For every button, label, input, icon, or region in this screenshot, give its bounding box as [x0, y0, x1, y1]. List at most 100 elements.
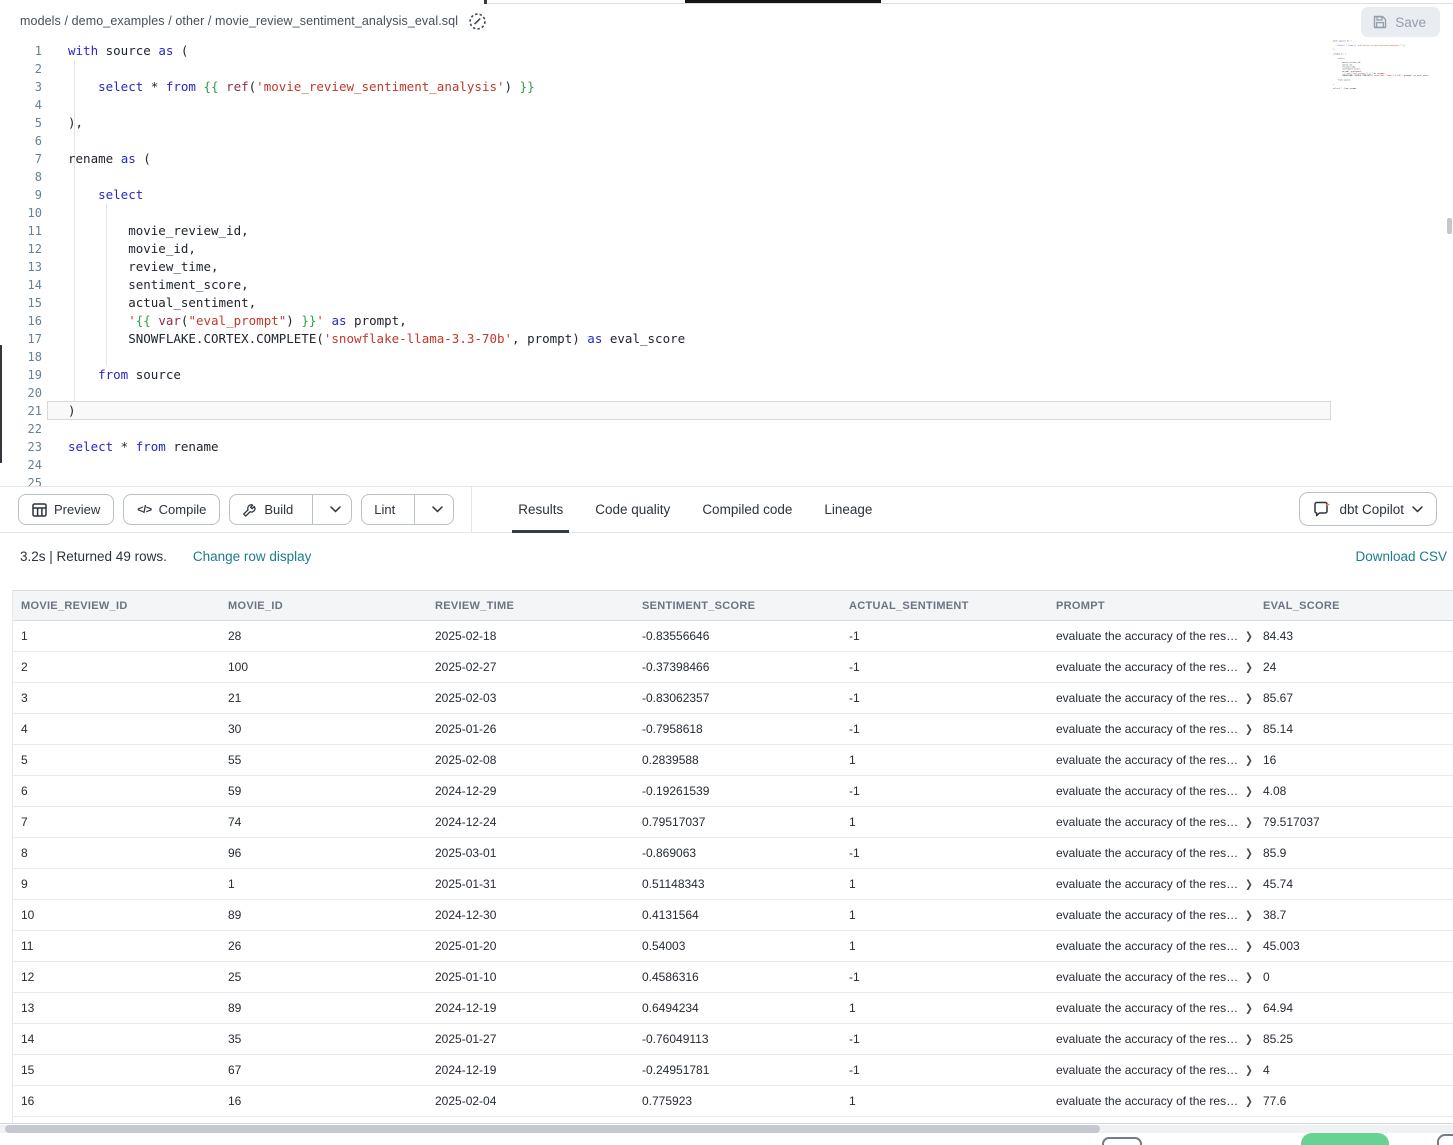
horizontal-scrollbar[interactable]	[0, 1125, 1453, 1133]
code-line[interactable]: with source as (	[68, 42, 1453, 60]
expand-prompt-button[interactable]: ❯	[1245, 692, 1253, 705]
code-line[interactable]	[68, 96, 1453, 114]
column-header-review_time[interactable]: REVIEW_TIME	[427, 591, 634, 621]
code-token: as	[331, 313, 346, 328]
download-csv-link[interactable]: Download CSV	[1355, 549, 1447, 564]
code-line[interactable]: select * from {{ ref('movie_review_senti…	[68, 78, 1453, 96]
code-line[interactable]	[68, 420, 1453, 438]
expand-prompt-button[interactable]: ❯	[1245, 630, 1253, 643]
code-line[interactable]: SNOWFLAKE.CORTEX.COMPLETE('snowflake-lla…	[68, 330, 1453, 348]
code-line[interactable]	[1333, 92, 1445, 94]
horizontal-scrollbar-thumb[interactable]	[5, 1125, 1100, 1133]
change-row-display-link[interactable]: Change row display	[193, 549, 312, 564]
table-cell: 84.43	[1255, 621, 1453, 652]
table-cell: 1	[841, 931, 1048, 962]
expand-prompt-button[interactable]: ❯	[1245, 1002, 1253, 1015]
tab-results[interactable]: Results	[502, 486, 579, 533]
code-line[interactable]: rename as (	[68, 150, 1453, 168]
code-token: 'snowflake-llama-3.3-70b'	[324, 331, 512, 346]
line-number: 15	[0, 294, 42, 312]
build-options-button[interactable]	[320, 495, 351, 524]
code-line[interactable]	[68, 474, 1453, 486]
expand-prompt-button[interactable]: ❯	[1245, 940, 1253, 953]
table-row: 16162025-02-040.7759231evaluate the accu…	[13, 1086, 1453, 1117]
code-line[interactable]	[68, 60, 1453, 78]
code-line[interactable]: actual_sentiment,	[68, 294, 1453, 312]
code-line[interactable]	[68, 204, 1453, 222]
code-line[interactable]: )	[68, 402, 1453, 420]
table-cell: 7	[13, 807, 220, 838]
column-header-movie_review_id[interactable]: MOVIE_REVIEW_ID	[13, 591, 220, 621]
expand-prompt-button[interactable]: ❯	[1245, 816, 1253, 829]
dbt-copilot-button[interactable]: dbt Copilot	[1299, 492, 1437, 526]
expand-prompt-button[interactable]: ❯	[1245, 661, 1253, 674]
expand-prompt-button[interactable]: ❯	[1245, 1033, 1253, 1046]
code-line[interactable]: movie_review_id,	[68, 222, 1453, 240]
tab-lineage[interactable]: Lineage	[808, 486, 888, 533]
preview-button[interactable]: Preview	[18, 494, 114, 525]
expand-prompt-button[interactable]: ❯	[1245, 723, 1253, 736]
prompt-text: evaluate the accuracy of the res…	[1056, 784, 1238, 798]
expand-prompt-button[interactable]: ❯	[1245, 1064, 1253, 1077]
code-line[interactable]: SNOWFLAKE.CORTEX.COMPLETE('snowflake-lla…	[1333, 75, 1445, 77]
column-header-prompt[interactable]: PROMPT	[1048, 591, 1255, 621]
code-line[interactable]	[68, 132, 1453, 150]
partial-button[interactable]	[1102, 1137, 1142, 1145]
table-cell: -1	[841, 1055, 1048, 1086]
save-button[interactable]: Save	[1361, 7, 1440, 37]
compile-button[interactable]: </> Compile	[123, 494, 220, 525]
code-line[interactable]: movie_id,	[68, 240, 1453, 258]
column-header-eval_score[interactable]: EVAL_SCORE	[1255, 591, 1453, 621]
code-line[interactable]	[68, 456, 1453, 474]
minimap[interactable]: with source as ( select * from {{ ref('m…	[1333, 40, 1445, 98]
tab-code-quality[interactable]: Code quality	[579, 486, 686, 533]
column-header-movie_id[interactable]: MOVIE_ID	[220, 591, 427, 621]
code-line[interactable]: '{{ var("eval_prompt") }}' as prompt,	[68, 312, 1453, 330]
code-lines[interactable]: with source as ( select * from {{ ref('m…	[68, 42, 1453, 486]
code-line[interactable]: from source	[68, 366, 1453, 384]
table-cell: 2025-03-01	[427, 838, 634, 869]
table-cell: 0	[1255, 962, 1453, 993]
tab-compiled-code[interactable]: Compiled code	[686, 486, 808, 533]
sql-editor[interactable]: 1234567891011121314151617181920212223242…	[0, 38, 1453, 486]
partial-button[interactable]	[1437, 1134, 1453, 1145]
column-header-actual_sentiment[interactable]: ACTUAL_SENTIMENT	[841, 591, 1048, 621]
breadcrumb[interactable]: models / demo_examples / other / movie_r…	[20, 14, 458, 28]
lint-options-button[interactable]	[422, 495, 453, 524]
lint-button[interactable]: Lint	[362, 495, 407, 524]
code-line[interactable]	[68, 168, 1453, 186]
editor-vertical-scrollbar[interactable]	[1447, 218, 1452, 234]
table-cell: 0.4131564	[634, 900, 841, 931]
prompt-text: evaluate the accuracy of the res…	[1056, 629, 1238, 643]
expand-prompt-button[interactable]: ❯	[1245, 754, 1253, 767]
code-line[interactable]: select * from rename	[68, 438, 1453, 456]
line-number: 20	[0, 384, 42, 402]
partial-green-button[interactable]	[1301, 1133, 1389, 1145]
code-line[interactable]	[68, 384, 1453, 402]
expand-prompt-button[interactable]: ❯	[1245, 971, 1253, 984]
build-button[interactable]: Build	[230, 495, 305, 524]
expand-prompt-button[interactable]: ❯	[1245, 878, 1253, 891]
code-token: (	[173, 43, 188, 58]
code-line[interactable]	[68, 348, 1453, 366]
table-cell: 2025-01-31	[427, 869, 634, 900]
code-line[interactable]: select	[68, 186, 1453, 204]
expand-prompt-button[interactable]: ❯	[1245, 1095, 1253, 1108]
code-line[interactable]: sentiment_score,	[68, 276, 1453, 294]
results-tabs: Results Code quality Compiled code Linea…	[502, 486, 888, 533]
prompt-text: evaluate the accuracy of the res…	[1056, 815, 1238, 829]
results-table-container: MOVIE_REVIEW_IDMOVIE_IDREVIEW_TIMESENTIM…	[12, 590, 1453, 1123]
expand-prompt-button[interactable]: ❯	[1245, 909, 1253, 922]
table-icon	[32, 503, 47, 517]
code-token: select	[1333, 88, 1340, 90]
code-line[interactable]: review_time,	[68, 258, 1453, 276]
prompt-text: evaluate the accuracy of the res…	[1056, 939, 1238, 953]
code-line[interactable]: ),	[68, 114, 1453, 132]
expand-prompt-button[interactable]: ❯	[1245, 785, 1253, 798]
prompt-cell: evaluate the accuracy of the res… ❯	[1048, 621, 1255, 652]
column-header-sentiment_score[interactable]: SENTIMENT_SCORE	[634, 591, 841, 621]
prompt-cell: evaluate the accuracy of the res…❯	[1048, 900, 1255, 931]
expand-prompt-button[interactable]: ❯	[1245, 847, 1253, 860]
table-cell: 2025-01-10	[427, 962, 634, 993]
table-cell: -0.83556646	[634, 621, 841, 652]
